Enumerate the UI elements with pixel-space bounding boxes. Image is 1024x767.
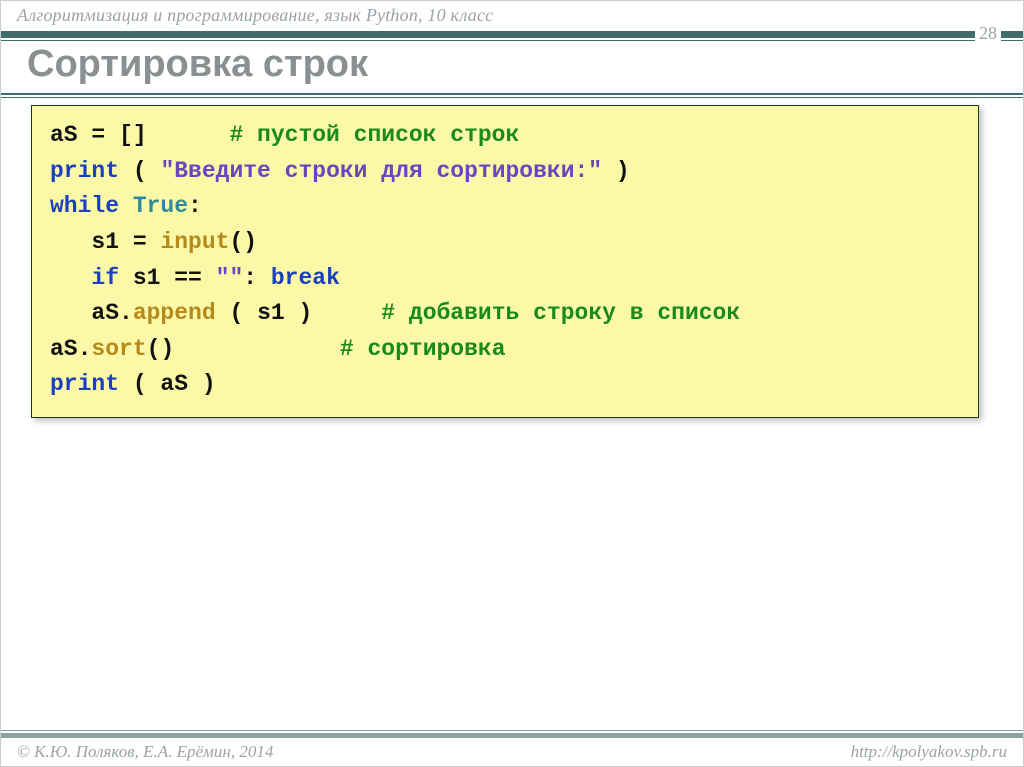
- code-text: (: [119, 158, 160, 184]
- code-string: "Введите строки для сортировки:": [160, 158, 602, 184]
- code-function: input: [160, 229, 229, 255]
- code-line-7: aS.sort() # сортировка: [50, 332, 960, 368]
- code-line-4: s1 = input(): [50, 225, 960, 261]
- code-line-1: aS = [] # пустой список строк: [50, 118, 960, 154]
- title-underline: [1, 93, 1023, 98]
- code-line-5: if s1 == "": break: [50, 261, 960, 297]
- code-keyword: while: [50, 193, 119, 219]
- code-comment: # добавить строку в список: [381, 300, 740, 326]
- code-text: [119, 193, 133, 219]
- code-string: "": [216, 265, 244, 291]
- code-text: (): [229, 229, 257, 255]
- code-text: ( aS ): [119, 371, 216, 397]
- code-text: aS = []: [50, 122, 229, 148]
- code-line-6: aS.append ( s1 ) # добавить строку в спи…: [50, 296, 960, 332]
- code-text: ( s1 ): [216, 300, 382, 326]
- code-text: :: [243, 265, 271, 291]
- code-keyword: print: [50, 371, 119, 397]
- code-constant: True: [133, 193, 188, 219]
- code-function: sort: [91, 336, 146, 362]
- code-line-8: print ( aS ): [50, 367, 960, 403]
- slide: Алгоритмизация и программирование, язык …: [0, 0, 1024, 767]
- code-text: aS.: [50, 300, 133, 326]
- code-keyword: print: [50, 158, 119, 184]
- code-text: aS.: [50, 336, 91, 362]
- code-keyword: if: [91, 265, 119, 291]
- code-comment: # сортировка: [340, 336, 506, 362]
- code-text: :: [188, 193, 202, 219]
- page-number: 28: [975, 23, 1001, 44]
- footer-link: http://kpolyakov.spb.ru: [851, 742, 1007, 762]
- slide-title: Сортировка строк: [27, 43, 368, 86]
- code-text: [50, 265, 91, 291]
- code-text: s1 ==: [119, 265, 216, 291]
- code-comment: # пустой список строк: [229, 122, 519, 148]
- header-rule: [1, 31, 1023, 41]
- code-keyword: break: [271, 265, 340, 291]
- copyright-text: © К.Ю. Поляков, Е.А. Ерёмин, 2014: [17, 742, 273, 762]
- code-text: s1 =: [50, 229, 160, 255]
- code-text: ): [602, 158, 630, 184]
- breadcrumb: Алгоритмизация и программирование, язык …: [1, 1, 1023, 35]
- code-function: append: [133, 300, 216, 326]
- footer: © К.Ю. Поляков, Е.А. Ерёмин, 2014 http:/…: [1, 730, 1023, 766]
- code-block: aS = [] # пустой список строк print ( "В…: [31, 105, 979, 418]
- code-line-2: print ( "Введите строки для сортировки:"…: [50, 154, 960, 190]
- code-text: (): [147, 336, 340, 362]
- code-line-3: while True:: [50, 189, 960, 225]
